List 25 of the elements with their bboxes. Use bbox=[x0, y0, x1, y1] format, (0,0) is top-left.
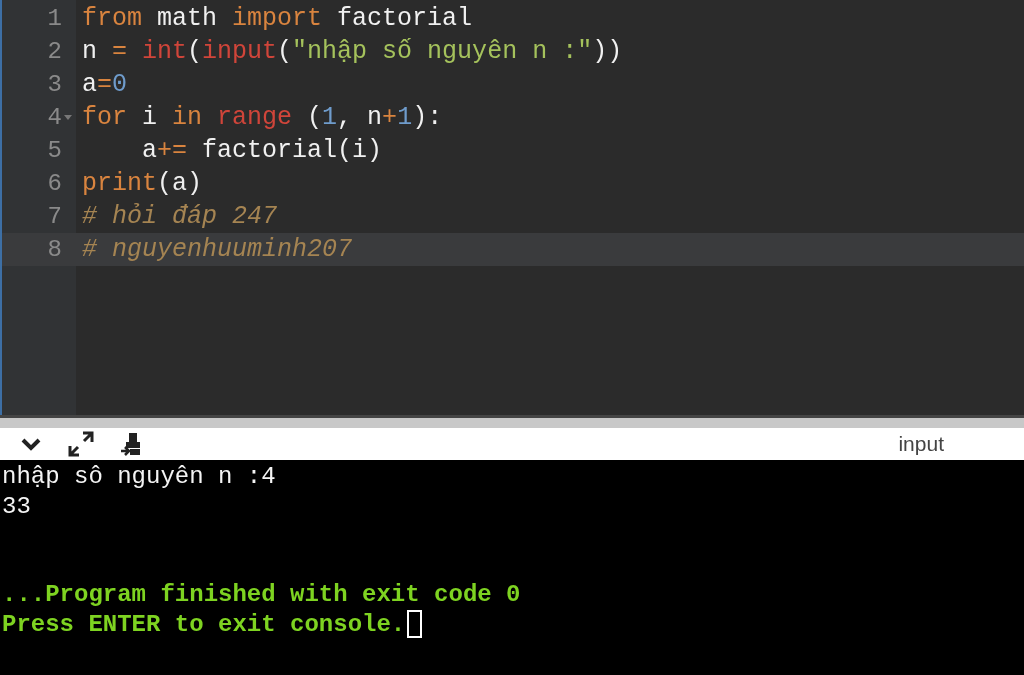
panel-splitter[interactable] bbox=[0, 415, 1024, 428]
code-line: for i in range (1, n+1): bbox=[81, 103, 443, 132]
line-number: 4 bbox=[47, 104, 62, 131]
line-number: 1 bbox=[47, 5, 62, 32]
console-text: nhập sô nguyên n :4 bbox=[2, 463, 276, 491]
code-line: n = int(input("nhập số nguyên n :")) bbox=[81, 37, 623, 66]
code-line: # nguyenhuuminh207 bbox=[81, 235, 353, 264]
console-text: 33 bbox=[2, 492, 31, 520]
code-line: a=0 bbox=[81, 70, 128, 99]
line-number: 3 bbox=[47, 71, 62, 98]
line-number: 2 bbox=[47, 38, 62, 65]
line-number: 8 bbox=[47, 236, 62, 263]
code-line: a+= factorial(i) bbox=[141, 136, 383, 165]
expand-icon[interactable] bbox=[68, 431, 94, 457]
line-number: 6 bbox=[47, 170, 62, 197]
input-label: input bbox=[898, 432, 944, 456]
status-message: Press ENTER to exit console. bbox=[2, 610, 406, 638]
chevron-down-icon[interactable] bbox=[20, 437, 42, 451]
code-line: print(a) bbox=[81, 169, 203, 198]
line-number: 7 bbox=[47, 203, 62, 230]
status-message: ...Program finished with exit code 0 bbox=[2, 581, 521, 609]
code-line: from math import factorial bbox=[81, 4, 473, 33]
code-line: # hỏi đáp 247 bbox=[81, 202, 278, 231]
line-number: 5 bbox=[47, 137, 62, 164]
fold-icon[interactable] bbox=[62, 114, 74, 121]
